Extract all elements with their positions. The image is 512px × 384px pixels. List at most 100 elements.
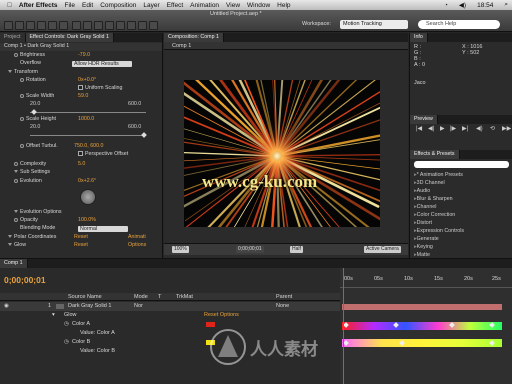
col-parent[interactable]: Parent [276,293,292,301]
uniform-scaling-checkbox[interactable] [78,85,83,91]
play-icon[interactable]: ▶ [440,125,445,132]
prop-perspective-offset[interactable]: Perspective Offset [0,151,162,159]
col-trkmat[interactable]: TrkMat [176,293,193,301]
fx-category[interactable]: Keying [414,243,433,251]
tab-timeline-comp[interactable]: Comp 1 [0,259,28,268]
camera-dropdown[interactable]: Active Camera [364,246,401,253]
scale-height-slider-knob[interactable] [141,132,147,138]
current-time-display[interactable]: 0;00;00;01 [236,246,264,253]
effects-search-input[interactable] [414,161,509,168]
stopwatch-icon[interactable] [20,77,24,82]
disclosure-triangle-icon[interactable] [8,243,12,246]
fx-category[interactable]: Channel [414,203,437,211]
resolution-dropdown[interactable]: Half [290,246,303,253]
prop-rotation[interactable]: Rotation 0x+0.0° [0,77,162,85]
prop-scale-height[interactable]: Scale Height 1000.0 [0,116,162,124]
mask-tool-icon[interactable] [72,21,81,30]
tab-info[interactable]: Info [410,33,428,42]
stopwatch-icon[interactable]: ◷ [64,338,69,347]
puppet-tool-icon[interactable] [149,21,158,30]
stopwatch-icon[interactable] [14,52,18,57]
menu-window[interactable]: Window [247,2,270,9]
stopwatch-icon[interactable]: ◷ [64,320,69,329]
comp-sub-tab[interactable]: Comp 1 [172,42,191,50]
layer-parent[interactable]: None [276,302,289,311]
fx-category[interactable]: 3D Channel [414,179,445,187]
effect-polar-coordinates[interactable]: Polar Coordinates Reset Animati [0,234,162,242]
menu-help[interactable]: Help [277,2,290,9]
eraser-tool-icon[interactable] [127,21,136,30]
timeline-timecode[interactable]: 0;00;00;01 [4,275,46,285]
roto-brush-tool-icon[interactable] [138,21,147,30]
disclosure-triangle-icon[interactable] [14,210,18,213]
prop-scale-width[interactable]: Scale Width 59.0 [0,93,162,101]
last-frame-icon[interactable]: ▶| [462,125,468,132]
camera-tool-icon[interactable] [48,21,57,30]
menu-animation[interactable]: Animation [190,2,219,9]
prev-frame-icon[interactable]: ◀| [428,125,434,132]
menu-composition[interactable]: Composition [100,2,136,9]
blending-mode-dropdown[interactable]: Normal [78,226,128,232]
group-sub-settings[interactable]: Sub Settings [0,169,162,177]
disclosure-triangle-icon[interactable]: ▾ [52,311,55,320]
pan-behind-tool-icon[interactable] [59,21,68,30]
fx-category[interactable]: Color Correction [414,211,456,219]
effect-row-glow[interactable]: ▾ Glow Reset Options [0,311,340,320]
layer-mode[interactable]: Nor [134,302,143,311]
col-source-name[interactable]: Source Name [68,293,102,301]
time-ruler[interactable]: 00s 05s 10s 15s 20s 25s [340,274,512,288]
pen-tool-icon[interactable] [83,21,92,30]
menu-file[interactable]: File [65,2,75,9]
tab-effect-controls[interactable]: Effect Controls: Dark Gray Solid 1 [25,33,114,42]
stopwatch-icon[interactable] [20,116,24,121]
effect-glow[interactable]: Glow Reset Options [0,242,162,250]
disclosure-triangle-icon[interactable] [8,70,12,73]
zoom-tool-icon[interactable] [26,21,35,30]
fx-category[interactable]: Expression Controls [414,227,464,235]
stopwatch-icon[interactable] [14,178,18,183]
selection-tool-icon[interactable] [4,21,13,30]
fx-category[interactable]: * Animation Presets [414,171,463,179]
scale-width-slider-knob[interactable] [31,109,37,115]
wifi-icon[interactable]: ◔ [444,2,448,9]
group-transform[interactable]: Transform [0,69,162,77]
prop-offset-turbulence[interactable]: Offset Turbul. 750.0, 600.0 [0,143,162,151]
layer-row-1[interactable]: ◉ 1 Dark Gray Solid 1 Nor None [0,302,340,311]
magnification-dropdown[interactable]: 100% [172,246,189,253]
prop-overflow[interactable]: Overflow Allow HDR Results [0,60,162,68]
col-mode[interactable]: Mode [134,293,148,301]
fx-category[interactable]: Distort [414,219,432,227]
stopwatch-icon[interactable] [20,143,24,148]
fx-category[interactable]: Blur & Sharpen [414,195,453,203]
layer-name[interactable]: Dark Gray Solid 1 [68,302,111,311]
scale-height-slider[interactable] [30,135,146,136]
prop-opacity[interactable]: Opacity 100.0% [0,217,162,225]
menu-effect[interactable]: Effect [167,2,184,9]
stopwatch-icon[interactable] [20,93,24,98]
hand-tool-icon[interactable] [15,21,24,30]
spotlight-icon[interactable]: ⌕ [504,1,508,9]
perspective-offset-checkbox[interactable] [78,151,83,157]
tab-effects-presets[interactable]: Effects & Presets [410,150,460,159]
color-b-track[interactable] [342,339,502,347]
disclosure-triangle-icon[interactable] [14,170,18,173]
type-tool-icon[interactable] [94,21,103,30]
tab-composition[interactable]: Composition: Comp 1 [164,33,224,42]
comp-viewer[interactable]: www.cg-ku.com [184,80,380,227]
fx-category[interactable]: Matte [414,251,430,258]
apple-icon[interactable]:  [7,2,12,9]
group-evolution-options[interactable]: Evolution Options [0,209,162,217]
eye-icon[interactable]: ◉ [4,302,9,311]
scale-width-slider[interactable] [30,112,146,113]
clone-tool-icon[interactable] [116,21,125,30]
search-help-input[interactable]: Search Help [418,20,500,29]
color-a-track[interactable] [342,322,502,330]
ram-preview-icon[interactable]: ▶▶ [502,125,511,132]
first-frame-icon[interactable]: |◀ [416,125,422,132]
volume-icon[interactable]: ◀) [459,1,466,9]
prop-blending-mode[interactable]: Blending Mode Normal [0,225,162,233]
layer-duration-bar[interactable] [342,304,502,310]
menu-layer[interactable]: Layer [143,2,159,9]
timeline-tracks[interactable]: 00s 05s 10s 15s 20s 25s [340,268,512,384]
tab-project[interactable]: Project [0,33,26,42]
